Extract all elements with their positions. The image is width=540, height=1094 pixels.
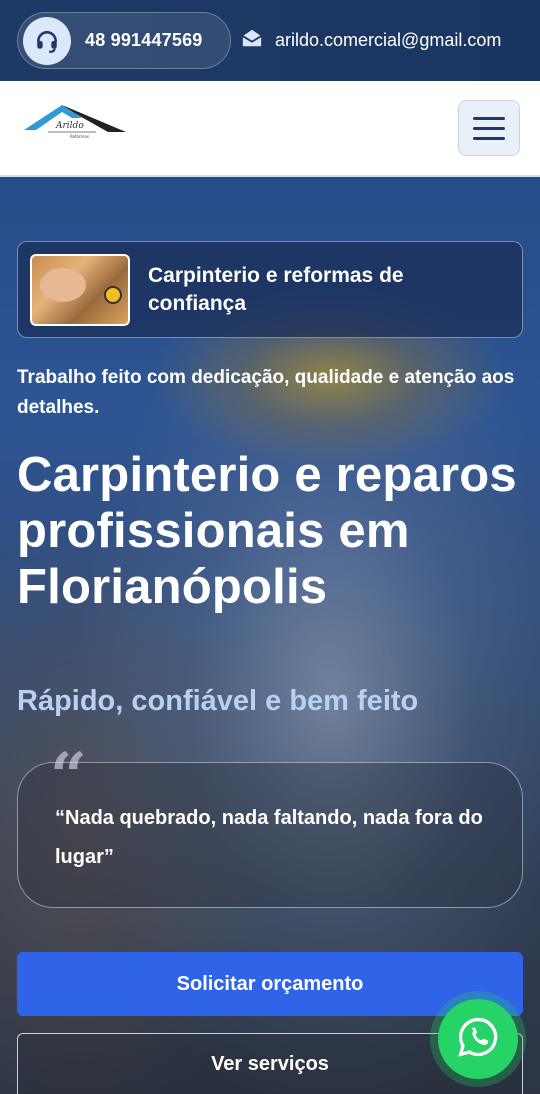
brand-logo[interactable]: Arildo Reformas <box>24 102 126 142</box>
phone-number: 48 991447569 <box>85 30 203 50</box>
quote-card: “Nada quebrado, nada faltando, nada fora… <box>17 762 523 908</box>
menu-toggle-button[interactable] <box>458 100 520 156</box>
hero-subtitle: Rápido, confiável e bem feito <box>17 685 419 717</box>
whatsapp-button[interactable] <box>438 999 518 1079</box>
quote-mark-icon: “ <box>50 739 87 814</box>
carpentry-thumbnail <box>30 253 130 326</box>
envelope-open-icon <box>241 27 263 54</box>
hero-section: Carpinterio e reformas de confiança Trab… <box>0 177 540 1094</box>
site-header: Arildo Reformas <box>0 81 540 177</box>
whatsapp-icon <box>456 1015 500 1064</box>
svg-text:Reformas: Reformas <box>70 134 89 139</box>
email-link[interactable]: arildo.comercial@gmail.com <box>241 27 501 54</box>
contact-bar: 48 991447569 arildo.comercial@gmail.com <box>0 0 540 81</box>
hero-title: Carpinterio e reparos profissionais em F… <box>17 448 517 614</box>
feature-card-text: Carpinterio e reformas de confiança <box>148 263 404 315</box>
feature-card: Carpinterio e reformas de confiança <box>17 241 523 338</box>
quote-text: “Nada quebrado, nada faltando, nada fora… <box>55 807 483 868</box>
hero-intro: Trabalho feito com dedicação, qualidade … <box>17 367 515 418</box>
hamburger-menu-icon <box>473 116 505 120</box>
phone-link[interactable]: 48 991447569 <box>17 12 231 69</box>
headset-icon <box>23 16 71 65</box>
svg-text:Arildo: Arildo <box>55 121 84 131</box>
email-address: arildo.comercial@gmail.com <box>275 30 502 50</box>
